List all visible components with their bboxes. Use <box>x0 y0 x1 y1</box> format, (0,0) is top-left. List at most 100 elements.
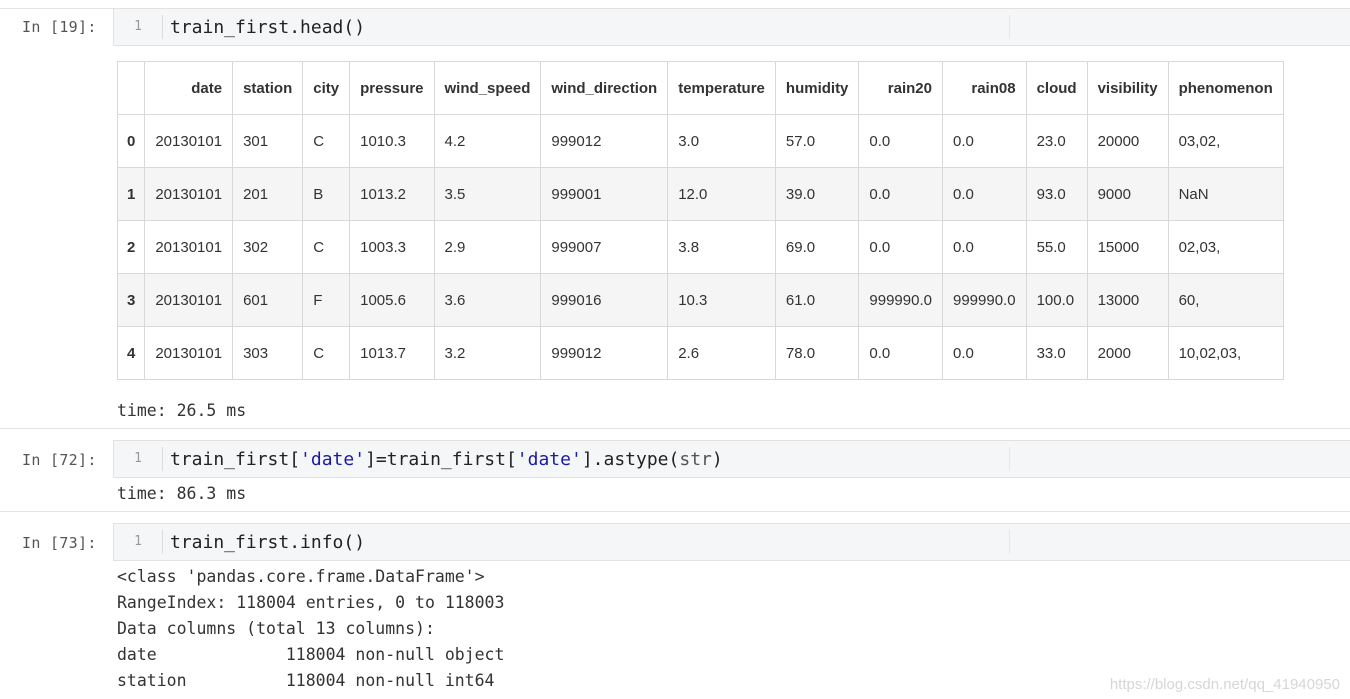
code-line[interactable]: train_first.head() <box>170 17 365 38</box>
table-cell: 201 <box>232 167 304 221</box>
table-row: 2 20130101 302 C 1003.3 2.9 999007 3.8 6… <box>116 220 1284 274</box>
table-cell: B <box>302 167 351 221</box>
table-cell: 60, <box>1167 273 1284 327</box>
column-header: pressure <box>349 61 435 115</box>
table-cell: 55.0 <box>1025 220 1088 274</box>
table-cell: 302 <box>232 220 304 274</box>
table-cell: 78.0 <box>774 326 860 380</box>
table-row: 3 20130101 601 F 1005.6 3.6 999016 10.3 … <box>116 273 1284 327</box>
column-header: rain20 <box>858 61 943 115</box>
notebook-cell-72[interactable]: In [72]: 1 train_first['date']=train_fir… <box>0 429 1350 510</box>
table-cell: 303 <box>232 326 304 380</box>
execution-time: time: 86.3 ms <box>117 484 247 503</box>
column-header: humidity <box>774 61 860 115</box>
table-row: 4 20130101 303 C 1013.7 3.2 999012 2.6 7… <box>116 326 1284 380</box>
table-cell: 10,02,03, <box>1167 326 1284 380</box>
code-editor[interactable]: 1 train_first['date']=train_first['date'… <box>113 440 1350 478</box>
table-cell: 3.2 <box>433 326 542 380</box>
table-cell: 20000 <box>1086 114 1169 168</box>
code-token: ) <box>711 449 723 470</box>
output-line: <class 'pandas.core.frame.DataFrame'> <box>117 567 485 586</box>
column-header: cloud <box>1025 61 1088 115</box>
table-cell: 9000 <box>1086 167 1169 221</box>
watermark-text: https://blog.csdn.net/qq_41940950 <box>1109 676 1340 693</box>
editor-gutter <box>162 530 163 554</box>
table-cell: 999990.0 <box>858 273 943 327</box>
table-cell: 12.0 <box>667 167 776 221</box>
column-header: visibility <box>1086 61 1169 115</box>
table-cell: 999007 <box>540 220 669 274</box>
builtin-token: str <box>679 449 712 470</box>
row-index: 1 <box>116 167 146 221</box>
code-editor[interactable]: 1 train_first.head() <box>113 8 1350 46</box>
table-cell: 20130101 <box>144 114 234 168</box>
table-cell: C <box>302 220 351 274</box>
table-cell: 3.8 <box>667 220 776 274</box>
table-cell: 2000 <box>1086 326 1169 380</box>
table-cell: 3.6 <box>433 273 542 327</box>
column-header: rain08 <box>941 61 1027 115</box>
column-header: phenomenon <box>1167 61 1284 115</box>
table-cell: 999990.0 <box>941 273 1027 327</box>
table-cell: 1010.3 <box>349 114 435 168</box>
table-cell: 15000 <box>1086 220 1169 274</box>
row-index: 2 <box>116 220 146 274</box>
table-cell: 02,03, <box>1167 220 1284 274</box>
column-header: temperature <box>667 61 776 115</box>
table-cell: 0.0 <box>858 167 943 221</box>
row-index: 3 <box>116 273 146 327</box>
column-header: city <box>302 61 351 115</box>
column-header <box>116 61 146 115</box>
row-index: 0 <box>116 114 146 168</box>
output-line: RangeIndex: 118004 entries, 0 to 118003 <box>117 593 505 612</box>
string-token: 'date' <box>300 449 366 470</box>
editor-ruler <box>1009 530 1010 554</box>
table-cell: 69.0 <box>774 220 860 274</box>
code-token: ]=train_first[ <box>365 449 517 470</box>
table-cell: NaN <box>1167 167 1284 221</box>
code-line[interactable]: train_first['date']=train_first['date'].… <box>170 449 723 470</box>
output-line: Data columns (total 13 columns): <box>117 619 435 638</box>
table-cell: 0.0 <box>941 167 1027 221</box>
column-header: station <box>232 61 304 115</box>
output-line: date 118004 non-null object <box>117 645 505 664</box>
table-cell: C <box>302 114 351 168</box>
notebook-cell-73[interactable]: In [73]: 1 train_first.info() <class 'pa… <box>0 512 1350 699</box>
code-token: train_first[ <box>170 449 301 470</box>
table-cell: 999016 <box>540 273 669 327</box>
editor-ruler <box>1009 15 1010 39</box>
table-cell: 1013.7 <box>349 326 435 380</box>
table-cell: 0.0 <box>941 220 1027 274</box>
table-cell: 0.0 <box>858 220 943 274</box>
table-cell: 301 <box>232 114 304 168</box>
table-header-row: date station city pressure wind_speed wi… <box>116 61 1284 115</box>
notebook-cell-19[interactable]: In [19]: 1 train_first.head() date stati… <box>0 0 1350 428</box>
code-editor[interactable]: 1 train_first.info() <box>113 523 1350 561</box>
table-cell: 93.0 <box>1025 167 1088 221</box>
cell-prompt: In [19]: <box>22 18 97 36</box>
table-cell: 10.3 <box>667 273 776 327</box>
table-cell: 999012 <box>540 326 669 380</box>
table-cell: 2.9 <box>433 220 542 274</box>
table-cell: 20130101 <box>144 220 234 274</box>
string-token: 'date' <box>516 449 582 470</box>
cell-prompt: In [73]: <box>22 534 97 552</box>
table-cell: C <box>302 326 351 380</box>
table-cell: 20130101 <box>144 273 234 327</box>
code-line[interactable]: train_first.info() <box>170 532 365 553</box>
cell-prompt: In [72]: <box>22 451 97 469</box>
table-cell: 0.0 <box>858 114 943 168</box>
table-cell: 1013.2 <box>349 167 435 221</box>
table-cell: 03,02, <box>1167 114 1284 168</box>
table-cell: 20130101 <box>144 326 234 380</box>
row-index: 4 <box>116 326 146 380</box>
code-token: ].astype( <box>581 449 680 470</box>
output-line: station 118004 non-null int64 <box>117 671 495 690</box>
table-cell: 39.0 <box>774 167 860 221</box>
table-cell: 3.5 <box>433 167 542 221</box>
table-cell: 3.0 <box>667 114 776 168</box>
column-header: wind_speed <box>433 61 542 115</box>
table-cell: 0.0 <box>858 326 943 380</box>
table-cell: 0.0 <box>941 114 1027 168</box>
line-number: 1 <box>134 534 142 549</box>
